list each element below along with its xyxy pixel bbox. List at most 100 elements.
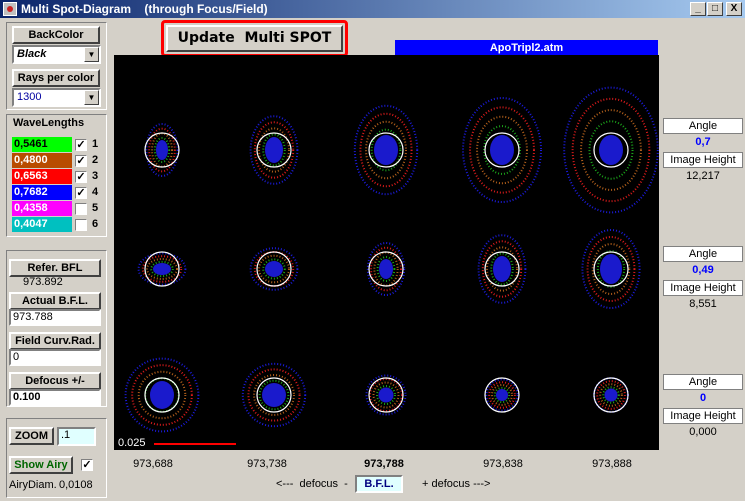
rays-value: 1300 — [17, 91, 42, 103]
spot-core — [379, 259, 393, 279]
spot-core — [153, 263, 171, 275]
wavelength-checkbox[interactable]: ✓ — [75, 187, 87, 199]
airy-diam-label: AiryDiam. — [9, 479, 57, 491]
angle-value: 0,7 — [695, 136, 711, 148]
field-curv-label: Field Curv.Rad. — [9, 332, 101, 350]
wavelength-index: 6 — [92, 218, 99, 230]
angle-label: Angle — [663, 118, 743, 134]
backcolor-label: BackColor — [12, 26, 100, 44]
defocus-plus-label: + defocus ---> — [422, 478, 491, 490]
wavelength-row: 0,6563 ✓ 3 — [12, 169, 104, 185]
show-airy-checkbox[interactable]: ✓ — [81, 459, 93, 471]
angle-value: 0,49 — [692, 264, 714, 276]
bfl-center-button[interactable]: B.F.L. — [355, 475, 403, 493]
spot-core — [490, 135, 514, 165]
wavelength-value: 0,4800 — [12, 153, 72, 168]
spot-core — [599, 135, 623, 165]
wavelength-index: 3 — [92, 170, 99, 182]
update-multi-spot-button[interactable]: Update Multi SPOT — [166, 25, 343, 52]
backcolor-value: Black — [17, 48, 47, 60]
rays-label: Rays per color — [12, 69, 100, 87]
spot-core — [604, 388, 618, 402]
field-group-middle: Angle 0,49 Image Height 8,551 — [663, 246, 743, 310]
image-height-label: Image Height — [663, 408, 743, 424]
update-button-frame: Update Multi SPOT — [161, 20, 348, 57]
wavelength-row: 0,4047 6 — [12, 217, 104, 233]
defocus-minus-label: <--- defocus - — [276, 478, 348, 490]
wavelength-checkbox[interactable] — [75, 203, 87, 215]
angle-value: 0 — [699, 392, 707, 404]
spot-core — [262, 383, 286, 407]
focus-panel: Refer. BFL 973.892 Actual B.F.L. 973.788… — [6, 250, 107, 407]
chevron-down-icon[interactable]: ▼ — [84, 90, 99, 105]
wavelength-row: 0,5461 ✓ 1 — [12, 137, 104, 153]
show-airy-button[interactable]: Show Airy — [9, 456, 73, 474]
zoom-panel: ZOOM .1 Show Airy ✓ AiryDiam. 0,0108 — [6, 418, 107, 498]
wavelengths-panel: WaveLengths 0,5461 ✓ 1 0,4800 ✓ 2 0,6563 ✓ 3 0,76… — [6, 114, 107, 237]
field-group-top: Angle 0,7 Image Height 12,217 — [663, 118, 743, 182]
angle-label: Angle — [663, 246, 743, 262]
close-button[interactable]: X — [726, 2, 742, 16]
minimize-button[interactable]: _ — [690, 2, 706, 16]
window-title: Multi Spot-Diagram (through Focus/Field) — [21, 2, 268, 16]
wavelength-checkbox[interactable] — [75, 219, 87, 231]
defocus-label: Defocus +/- — [9, 372, 101, 390]
wavelength-value: 0,6563 — [12, 169, 72, 184]
wavelength-checkbox[interactable]: ✓ — [75, 155, 87, 167]
bfl-value-2: 973,738 — [247, 458, 287, 470]
wavelength-value: 0,5461 — [12, 137, 72, 152]
spot-core — [600, 254, 622, 284]
image-height-value: 12,217 — [686, 170, 720, 182]
wavelength-row: 0,7682 ✓ 4 — [12, 185, 104, 201]
chevron-down-icon[interactable]: ▼ — [84, 47, 99, 62]
display-settings-panel: BackColor Black ▼ Rays per color 1300 ▼ — [6, 22, 107, 110]
field-curv-input[interactable]: 0 — [9, 349, 101, 366]
backcolor-select[interactable]: Black ▼ — [12, 45, 101, 64]
spot-core — [265, 137, 283, 163]
airy-diam-value: 0,0108 — [59, 479, 93, 491]
zoom-label: ZOOM — [9, 427, 54, 445]
spot-core — [493, 256, 511, 282]
bfl-value-3: 973,788 — [364, 458, 404, 470]
angle-label: Angle — [663, 374, 743, 390]
spot-core — [496, 389, 508, 401]
spot-diagram-canvas — [124, 86, 659, 433]
file-name-banner: ApoTripl2.atm — [395, 40, 658, 56]
title-bar: Multi Spot-Diagram (through Focus/Field)… — [0, 0, 745, 18]
actual-bfl-label: Actual B.F.L. — [9, 292, 101, 310]
zoom-input[interactable]: .1 — [57, 427, 96, 446]
app-icon — [3, 2, 17, 16]
wavelength-list: 0,5461 ✓ 1 0,4800 ✓ 2 0,6563 ✓ 3 0,7682 ✓ 4 0,4358 5 0… — [12, 137, 104, 233]
spot-core — [374, 135, 398, 165]
wavelength-index: 4 — [92, 186, 99, 198]
image-height-value: 8,551 — [689, 298, 717, 310]
bfl-value-4: 973,838 — [483, 458, 523, 470]
spot-core — [156, 140, 168, 160]
wavelength-checkbox[interactable]: ✓ — [75, 139, 87, 151]
scale-bar — [154, 443, 236, 445]
scale-label: 0.025 — [118, 437, 146, 449]
wavelength-checkbox[interactable]: ✓ — [75, 171, 87, 183]
wavelength-value: 0,7682 — [12, 185, 72, 200]
spot-diagram-plot[interactable]: 0.025 — [114, 55, 659, 450]
spot-core — [378, 387, 394, 403]
wavelength-index: 1 — [92, 138, 99, 150]
maximize-button[interactable]: □ — [707, 2, 723, 16]
image-height-label: Image Height — [663, 280, 743, 296]
defocus-input[interactable]: 0.100 — [9, 389, 101, 406]
rays-select[interactable]: 1300 ▼ — [12, 88, 101, 107]
spot-core — [150, 381, 174, 409]
wavelength-value: 0,4358 — [12, 201, 72, 216]
wavelength-row: 0,4800 ✓ 2 — [12, 153, 104, 169]
actual-bfl-input[interactable]: 973.788 — [9, 309, 101, 326]
bfl-value-1: 973,688 — [133, 458, 173, 470]
image-height-value: 0,000 — [689, 426, 717, 438]
spot-core — [265, 261, 283, 277]
wavelength-value: 0,4047 — [12, 217, 72, 232]
field-group-bottom: Angle 0 Image Height 0,000 — [663, 374, 743, 438]
refer-bfl-label: Refer. BFL — [9, 259, 101, 277]
image-height-label: Image Height — [663, 152, 743, 168]
refer-bfl-value: 973.892 — [23, 276, 63, 288]
wavelength-index: 2 — [92, 154, 99, 166]
wavelength-row: 0,4358 5 — [12, 201, 104, 217]
